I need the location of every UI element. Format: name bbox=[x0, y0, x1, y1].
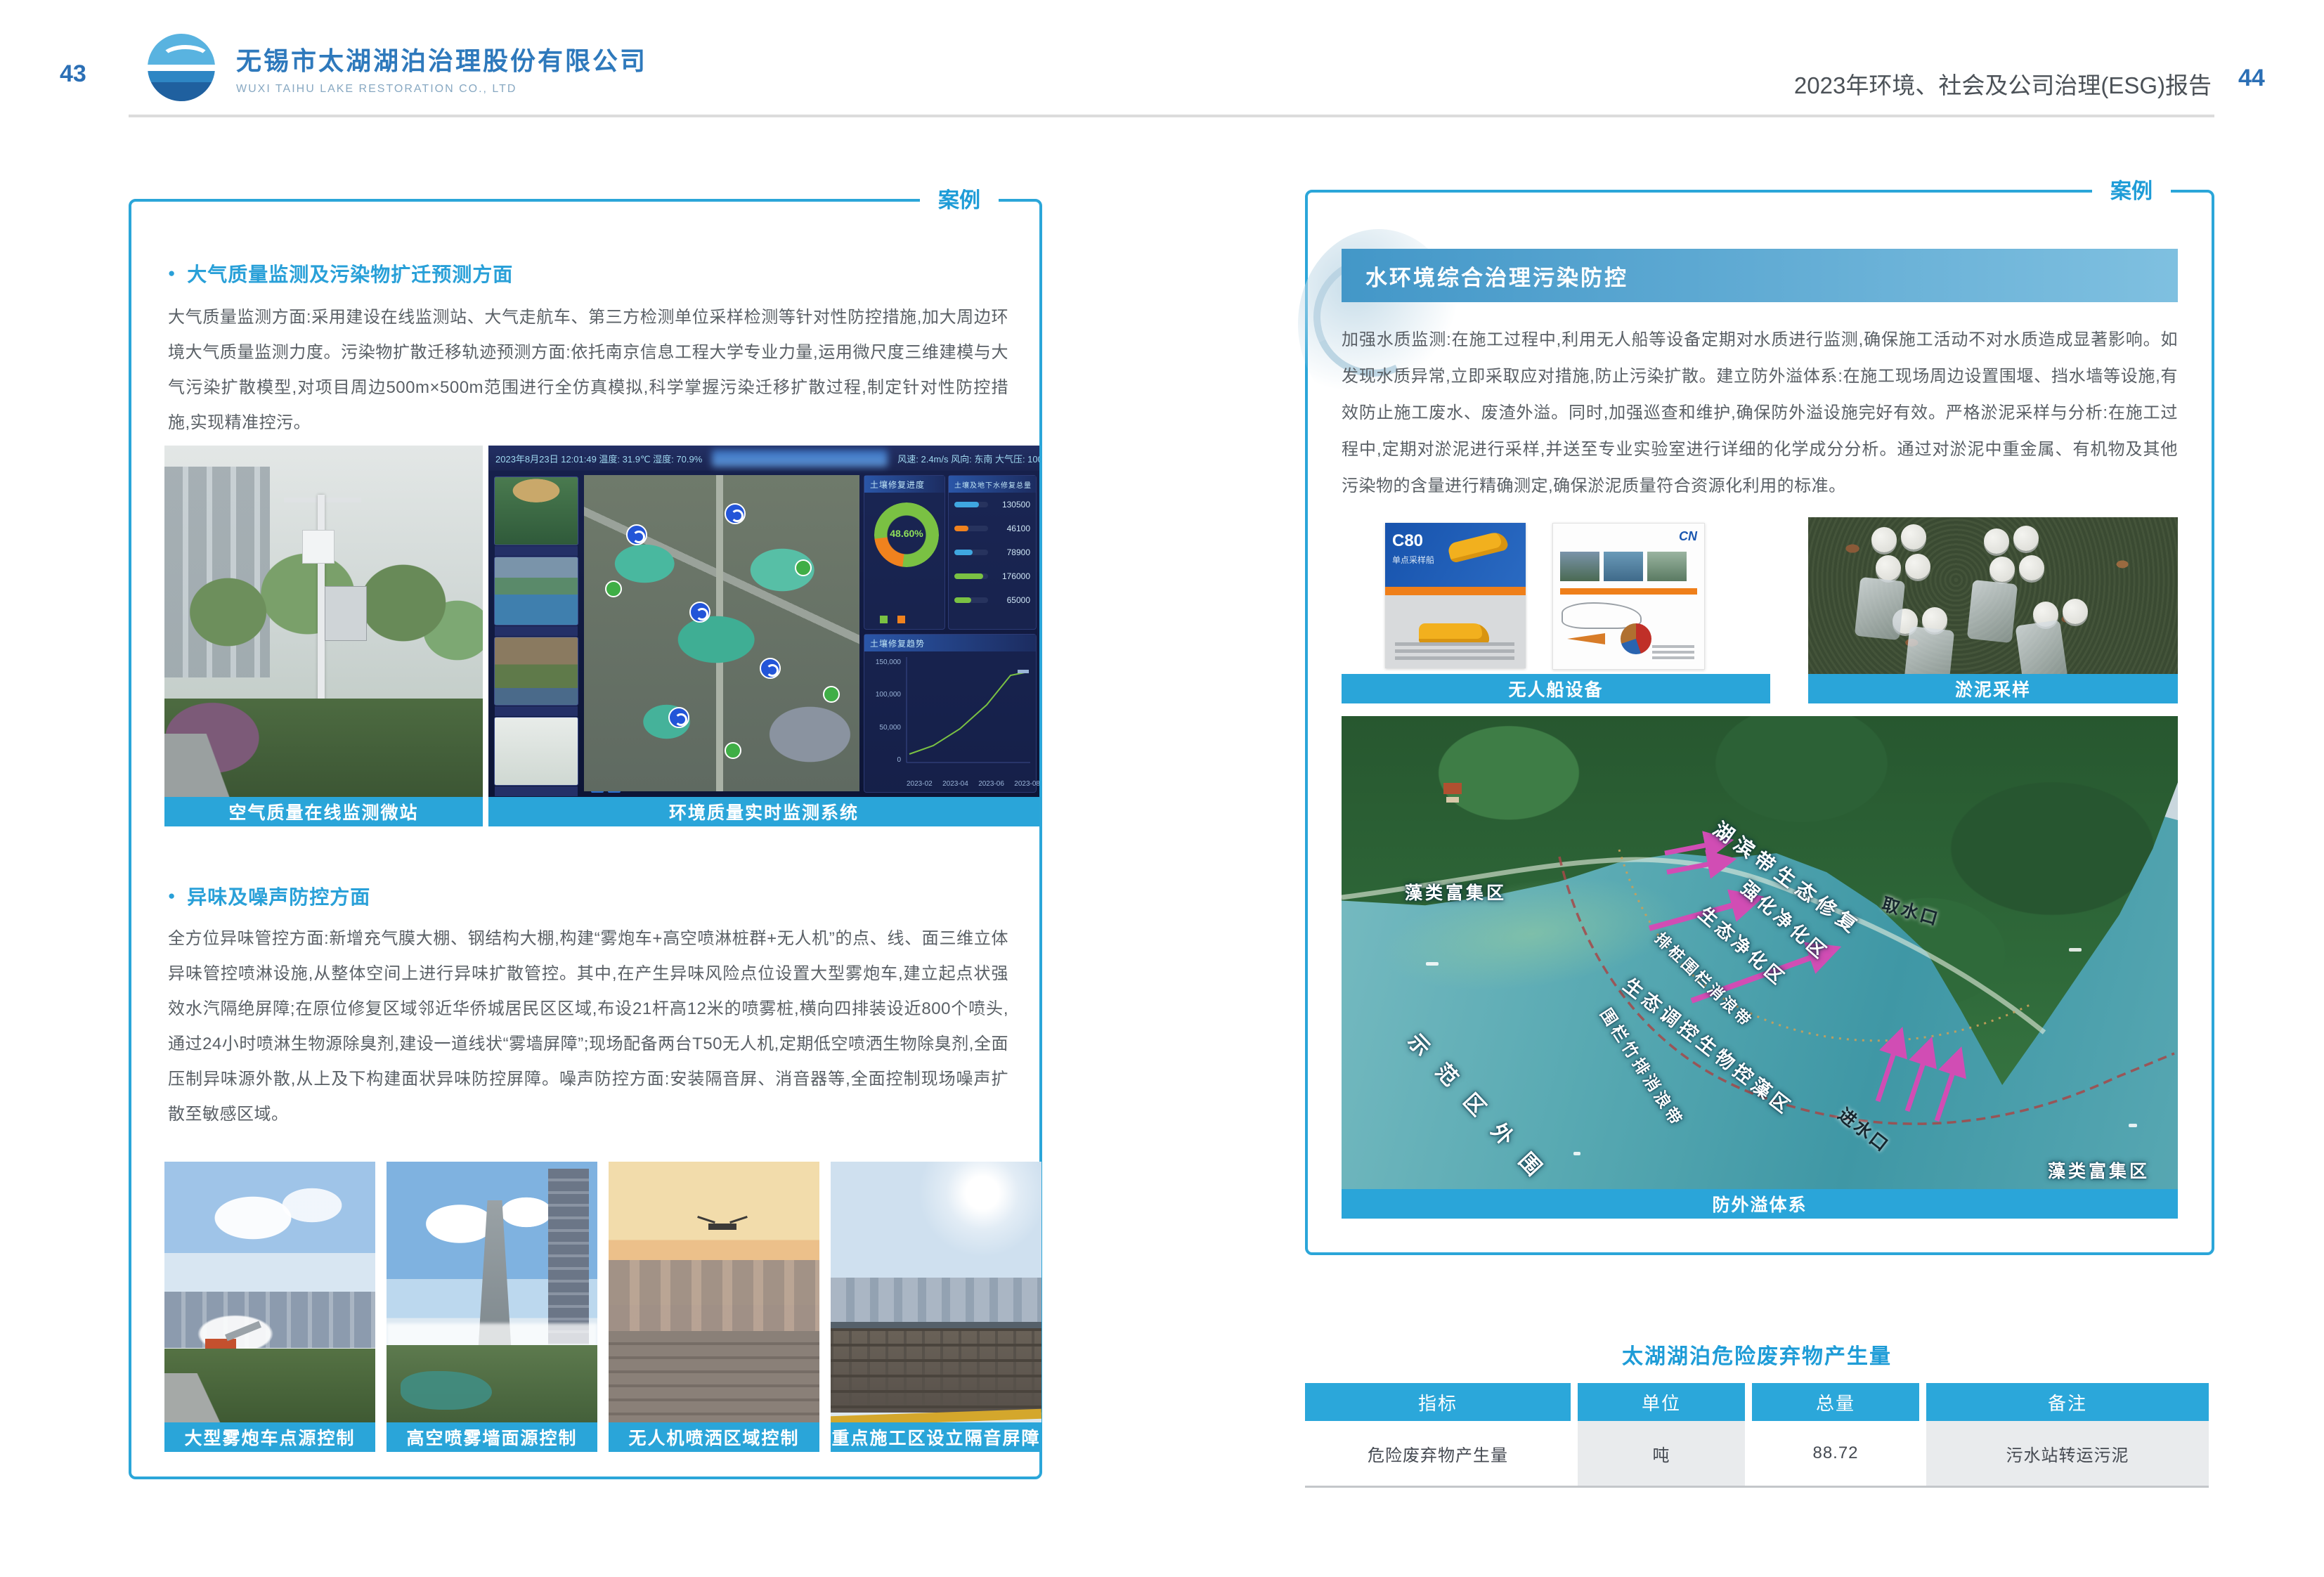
map-marker-green bbox=[605, 580, 622, 597]
table-cell: 污水站转运污泥 bbox=[1926, 1421, 2209, 1486]
section-title-odor: ● 异味及噪声防控方面 bbox=[168, 882, 370, 910]
diagram-label: 藻类富集区 bbox=[1405, 879, 1507, 904]
map-marker-green bbox=[795, 559, 812, 576]
table-col-total: 总量 88.72 bbox=[1752, 1383, 1919, 1486]
panel-progress: 土壤修复进度 48.60% bbox=[864, 475, 945, 630]
figure-fog-cannon: 大型雾炮车点源控制 bbox=[164, 1162, 375, 1452]
figure-mud: 淤泥采样 bbox=[1808, 517, 2178, 703]
bullet-icon: ● bbox=[168, 266, 176, 280]
report-title: 2023年环境、社会及公司治理(ESG)报告 bbox=[1794, 67, 2212, 100]
table-title: 太湖湖泊危险废弃物产生量 bbox=[1305, 1339, 2209, 1370]
left-case-box: 案例 ● 大气质量监测及污染物扩迁预测方面 大气质量监测方面:采用建设在线监测站… bbox=[129, 199, 1042, 1479]
map-marker bbox=[725, 503, 746, 524]
diagram-label: 藻类富集区 bbox=[2048, 1157, 2150, 1183]
pie-diagram-shape bbox=[1621, 623, 1651, 654]
figure-caption: 环境质量实时监测系统 bbox=[488, 797, 1039, 826]
case-tag-right: 案例 bbox=[2092, 176, 2171, 208]
trend-line-chart bbox=[905, 656, 1032, 768]
section-body-odor: 全方位异味管控方面:新增充气膜大棚、钢结构大棚,构建“雾炮车+高空喷淋桩群+无人… bbox=[168, 921, 1008, 1132]
company-logo bbox=[148, 34, 215, 101]
donut-legend bbox=[880, 616, 905, 623]
table-header: 总量 bbox=[1752, 1383, 1919, 1421]
panel-totals: 土壤及地下水修复总量 130500 46100 78900 176000 650… bbox=[948, 475, 1037, 630]
figure-caption: 无人机喷洒区域控制 bbox=[609, 1422, 819, 1452]
company-block: 无锡市太湖湖泊治理股份有限公司 WUXI TAIHU LAKE RESTORAT… bbox=[236, 41, 647, 96]
figure-sound-barrier: 重点施工区设立隔音屏障 bbox=[831, 1162, 1041, 1452]
air-station-photo bbox=[164, 446, 483, 797]
boat-brochure: C80 单点采样船 CN bbox=[1342, 517, 1770, 674]
map-marker-green bbox=[823, 686, 840, 703]
case-body-water: 加强水质监测:在施工过程中,利用无人船等设备定期对水质进行监测,确保施工活动不对… bbox=[1342, 322, 2178, 505]
figure-overflow-system: 湖滨带生态修复 强化净化区 生态净化区 排桩围栏消浪带 生态调控生物控藻区 围栏… bbox=[1342, 716, 2178, 1219]
table-header: 单位 bbox=[1578, 1383, 1745, 1421]
mud-sampling-photo bbox=[1808, 517, 2178, 674]
table-cell: 危险废弃物产生量 bbox=[1305, 1421, 1571, 1486]
company-name-cn: 无锡市太湖湖泊治理股份有限公司 bbox=[236, 41, 647, 77]
gull-icon bbox=[160, 45, 211, 72]
report-spread: 43 无锡市太湖湖泊治理股份有限公司 WUXI TAIHU LAKE RESTO… bbox=[0, 0, 2324, 1577]
table-col-note: 备注 污水站转运污泥 bbox=[1926, 1383, 2209, 1486]
spray-wall-photo bbox=[387, 1162, 597, 1422]
fog-cannon-photo bbox=[164, 1162, 375, 1422]
figure-caption: 高空喷雾墙面源控制 bbox=[387, 1422, 597, 1452]
figure-dashboard: 2023年8月23日 12:01:49 温度: 31.9℃ 湿度: 70.9% … bbox=[488, 446, 1039, 826]
camera-thumb bbox=[494, 557, 578, 625]
waste-table: 指标 危险废弃物产生量 单位 吨 总量 88.72 备注 污水站转运污泥 bbox=[1305, 1383, 2209, 1488]
trend-x-axis: 2023-02 2023-04 2023-06 2023-08 bbox=[907, 780, 1039, 788]
figure-caption: 大型雾炮车点源控制 bbox=[164, 1422, 375, 1452]
figure-caption: 防外溢体系 bbox=[1342, 1189, 2178, 1219]
figure-spray-wall: 高空喷雾墙面源控制 bbox=[387, 1162, 597, 1452]
figure-boat: C80 单点采样船 CN 无人船设备 bbox=[1342, 517, 1770, 703]
map-marker-green bbox=[725, 742, 741, 759]
dashboard-datetime: 2023年8月23日 12:01:49 温度: 31.9℃ 湿度: 70.9% bbox=[495, 452, 702, 465]
sound-barrier-photo bbox=[831, 1162, 1041, 1422]
brochure-page-2: CN bbox=[1552, 523, 1705, 670]
section-body-air: 大气质量监测方面:采用建设在线监测站、大气走航车、第三方检测单位采样检测等针对性… bbox=[168, 300, 1008, 441]
trend-y-axis: 150,000 100,000 50,000 0 bbox=[869, 658, 901, 764]
case-tag-left: 案例 bbox=[920, 185, 999, 217]
satellite-map bbox=[584, 475, 859, 791]
figure-air-station: 空气质量在线监测微站 bbox=[164, 446, 483, 826]
camera-thumb bbox=[494, 717, 578, 786]
yellow-boat-shape bbox=[1419, 623, 1489, 644]
dashboard-screenshot: 2023年8月23日 12:01:49 温度: 31.9℃ 湿度: 70.9% … bbox=[488, 446, 1039, 797]
header-divider bbox=[129, 115, 2214, 117]
bullet-icon: ● bbox=[168, 889, 176, 903]
table-cell: 88.72 bbox=[1752, 1421, 1919, 1486]
page-number-right: 44 bbox=[2238, 65, 2265, 92]
progress-value: 48.60% bbox=[874, 528, 939, 539]
drone-spray-photo bbox=[609, 1162, 819, 1422]
table-col-indicator: 指标 危险废弃物产生量 bbox=[1305, 1383, 1571, 1486]
dashboard-title-blurred bbox=[712, 450, 888, 467]
map-marker bbox=[689, 602, 710, 623]
lake-rendering: 湖滨带生态修复 强化净化区 生态净化区 排桩围栏消浪带 生态调控生物控藻区 围栏… bbox=[1342, 716, 2178, 1189]
figure-caption: 无人船设备 bbox=[1342, 674, 1770, 703]
figure-caption: 淤泥采样 bbox=[1808, 674, 2178, 703]
company-name-en: WUXI TAIHU LAKE RESTORATION CO., LTD bbox=[236, 83, 647, 96]
figure-caption: 重点施工区设立隔音屏障 bbox=[831, 1422, 1041, 1452]
table-header: 指标 bbox=[1305, 1383, 1571, 1421]
camera-thumb bbox=[494, 476, 578, 545]
panel-trend: 土壤修复趋势 150,000 100,000 50,000 0 2 bbox=[864, 634, 1037, 793]
brand-logo: CN bbox=[1679, 529, 1697, 544]
table-header: 备注 bbox=[1926, 1383, 2209, 1421]
section-title-air: ● 大气质量监测及污染物扩迁预测方面 bbox=[168, 259, 513, 287]
dashboard-weather: 风速: 2.4m/s 风向: 东南 大气压: 100.5pa bbox=[897, 452, 1039, 465]
brochure-page-1: C80 单点采样船 bbox=[1385, 523, 1526, 668]
camera-thumb bbox=[494, 637, 578, 706]
page-number-left: 43 bbox=[60, 60, 86, 88]
map-marker bbox=[626, 524, 647, 545]
figure-caption: 空气质量在线监测微站 bbox=[164, 797, 483, 826]
table-cell: 吨 bbox=[1578, 1421, 1745, 1486]
dashboard-topbar: 2023年8月23日 12:01:49 温度: 31.9℃ 湿度: 70.9% … bbox=[488, 446, 1039, 471]
drone-shape bbox=[708, 1224, 736, 1230]
map-marker bbox=[668, 707, 689, 728]
case-banner: 水环境综合治理污染防控 bbox=[1342, 249, 2178, 302]
figure-drone-spray: 无人机喷洒区域控制 bbox=[609, 1162, 819, 1452]
table-col-unit: 单位 吨 bbox=[1578, 1383, 1745, 1486]
right-case-box: 案例 水环境综合治理污染防控 加强水质监测:在施工过程中,利用无人船等设备定期对… bbox=[1305, 190, 2214, 1255]
map-marker bbox=[760, 658, 781, 679]
